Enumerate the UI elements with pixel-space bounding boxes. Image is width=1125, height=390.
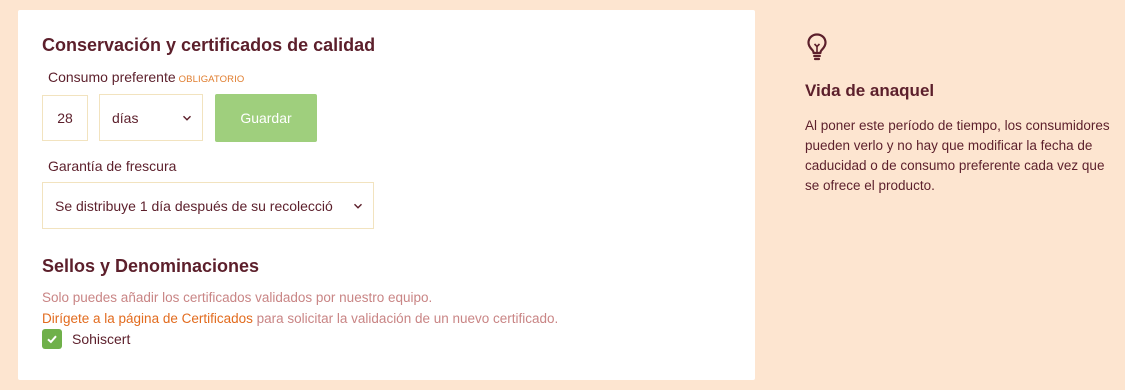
seals-info-text: Solo puedes añadir los certificados vali… — [42, 290, 433, 305]
sohiscert-label: Sohiscert — [72, 331, 131, 347]
certificates-page-link[interactable]: Dirígete a la página de Certificados — [42, 311, 253, 326]
tip-description: Al poner este período de tiempo, los con… — [805, 118, 1110, 193]
freshness-select-value: Se distribuye 1 día después de su recole… — [55, 197, 333, 214]
garantia-frescura-label: Garantía de frescura — [48, 158, 177, 174]
certificates-link-suffix: para solicitar la validación de un nuevo… — [252, 311, 559, 326]
lightbulb-icon — [807, 33, 827, 61]
chevron-down-icon — [354, 203, 362, 209]
seals-section-title: Sellos y Denominaciones — [42, 256, 260, 276]
tip-title: Vida de anaquel — [805, 81, 935, 100]
unit-select-value: días — [112, 109, 139, 126]
check-icon — [47, 335, 57, 344]
conservation-section-title: Conservación y certificados de calidad — [42, 35, 376, 55]
consumo-days-input[interactable] — [42, 95, 88, 141]
quality-form-card: Conservación y certificados de calidad C… — [18, 10, 755, 380]
required-tag: OBLIGATORIO — [178, 74, 245, 85]
save-button[interactable]: Guardar — [215, 94, 317, 142]
consumo-preferente-label: Consumo preferente OBLIGATORIO — [48, 69, 244, 85]
consumo-label-text: Consumo preferente — [48, 69, 176, 85]
unit-select[interactable]: días — [99, 94, 203, 141]
certificates-link-line: Dirígete a la página de Certificados par… — [42, 311, 558, 326]
sohiscert-checkbox[interactable] — [42, 329, 62, 349]
chevron-down-icon — [183, 115, 191, 121]
freshness-select[interactable]: Se distribuye 1 día después de su recole… — [42, 182, 374, 229]
